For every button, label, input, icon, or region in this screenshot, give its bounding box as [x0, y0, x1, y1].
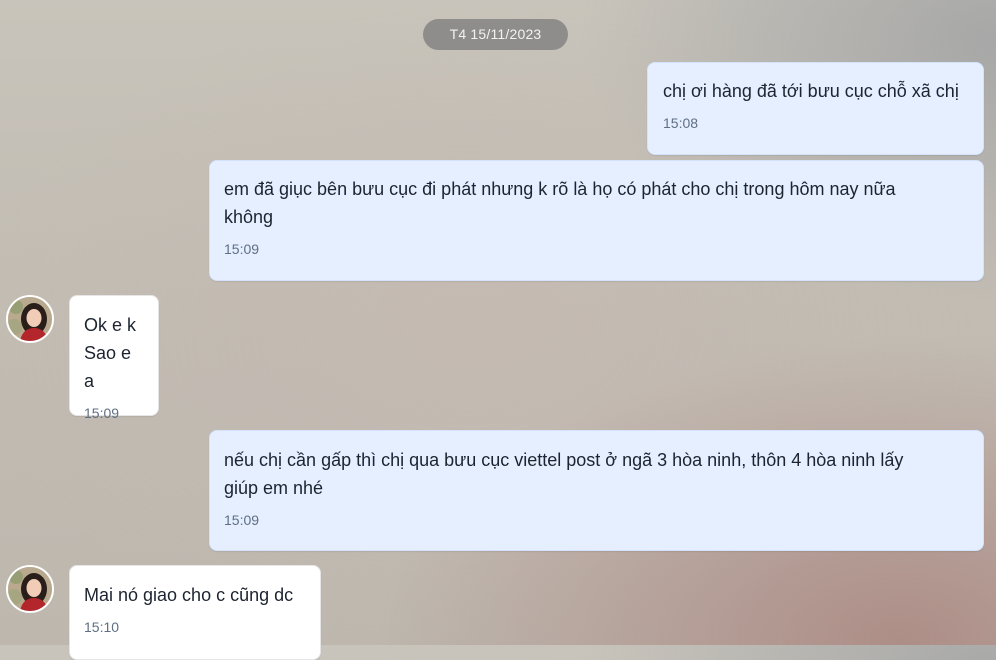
message-time: 15:09	[224, 512, 260, 528]
message-text: nếu chị cần gấp thì chị qua bưu cục viet…	[224, 450, 904, 498]
outgoing-message[interactable]: em đã giục bên bưu cục đi phát nhưng k r…	[209, 160, 984, 281]
message-text: em đã giục bên bưu cục đi phát nhưng k r…	[224, 179, 896, 227]
message-time: 15:10	[84, 619, 120, 635]
message-text: Ok e k Sao e a	[84, 315, 137, 391]
contact-avatar[interactable]	[6, 295, 54, 343]
date-separator: T4 15/11/2023	[423, 19, 568, 50]
message-time: 15:09	[224, 241, 260, 257]
avatar-photo-icon	[8, 297, 52, 341]
message-text: chị ơi hàng đã tới bưu cục chỗ xã chị	[663, 81, 959, 101]
outgoing-message[interactable]: chị ơi hàng đã tới bưu cục chỗ xã chị 15…	[647, 62, 984, 155]
incoming-message[interactable]: Ok e k Sao e a 15:09	[69, 295, 159, 421]
avatar-photo-icon	[8, 567, 52, 611]
incoming-message[interactable]: Mai nó giao cho c cũng dc 15:10	[69, 565, 321, 660]
outgoing-message[interactable]: nếu chị cần gấp thì chị qua bưu cục viet…	[209, 430, 984, 551]
message-text: Mai nó giao cho c cũng dc	[84, 585, 294, 605]
contact-avatar[interactable]	[6, 565, 54, 613]
message-time: 15:09	[84, 405, 120, 421]
message-time: 15:08	[663, 115, 699, 131]
